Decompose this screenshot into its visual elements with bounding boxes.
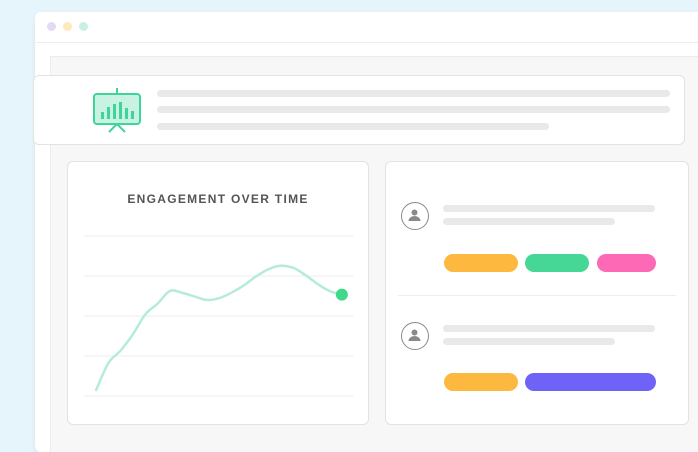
window-close-button[interactable] — [47, 22, 56, 31]
tag-pill[interactable] — [597, 254, 656, 272]
header-text-placeholder — [157, 123, 549, 130]
tag-pill[interactable] — [444, 373, 518, 391]
user-text-placeholder — [443, 325, 655, 332]
tag-pill[interactable] — [525, 254, 589, 272]
header-card — [33, 75, 685, 145]
header-text-placeholder — [157, 90, 670, 97]
window-maximize-button[interactable] — [79, 22, 88, 31]
header-text-placeholder — [157, 106, 670, 113]
data-point-marker[interactable] — [335, 288, 348, 301]
tag-pill[interactable] — [525, 373, 656, 391]
presentation-chart-icon — [92, 85, 142, 135]
user-text-placeholder — [443, 338, 615, 345]
series-line — [94, 264, 344, 392]
window-minimize-button[interactable] — [63, 22, 72, 31]
divider — [398, 295, 676, 296]
tag-pill[interactable] — [444, 254, 518, 272]
engagement-chart-card: ENGAGEMENT OVER TIME — [67, 161, 369, 425]
user-text-placeholder — [443, 218, 615, 225]
window-titlebar — [35, 12, 698, 43]
user-icon[interactable] — [401, 322, 429, 350]
users-card — [385, 161, 689, 425]
engagement-line-chart — [84, 235, 353, 397]
user-text-placeholder — [443, 205, 655, 212]
user-icon[interactable] — [401, 202, 429, 230]
